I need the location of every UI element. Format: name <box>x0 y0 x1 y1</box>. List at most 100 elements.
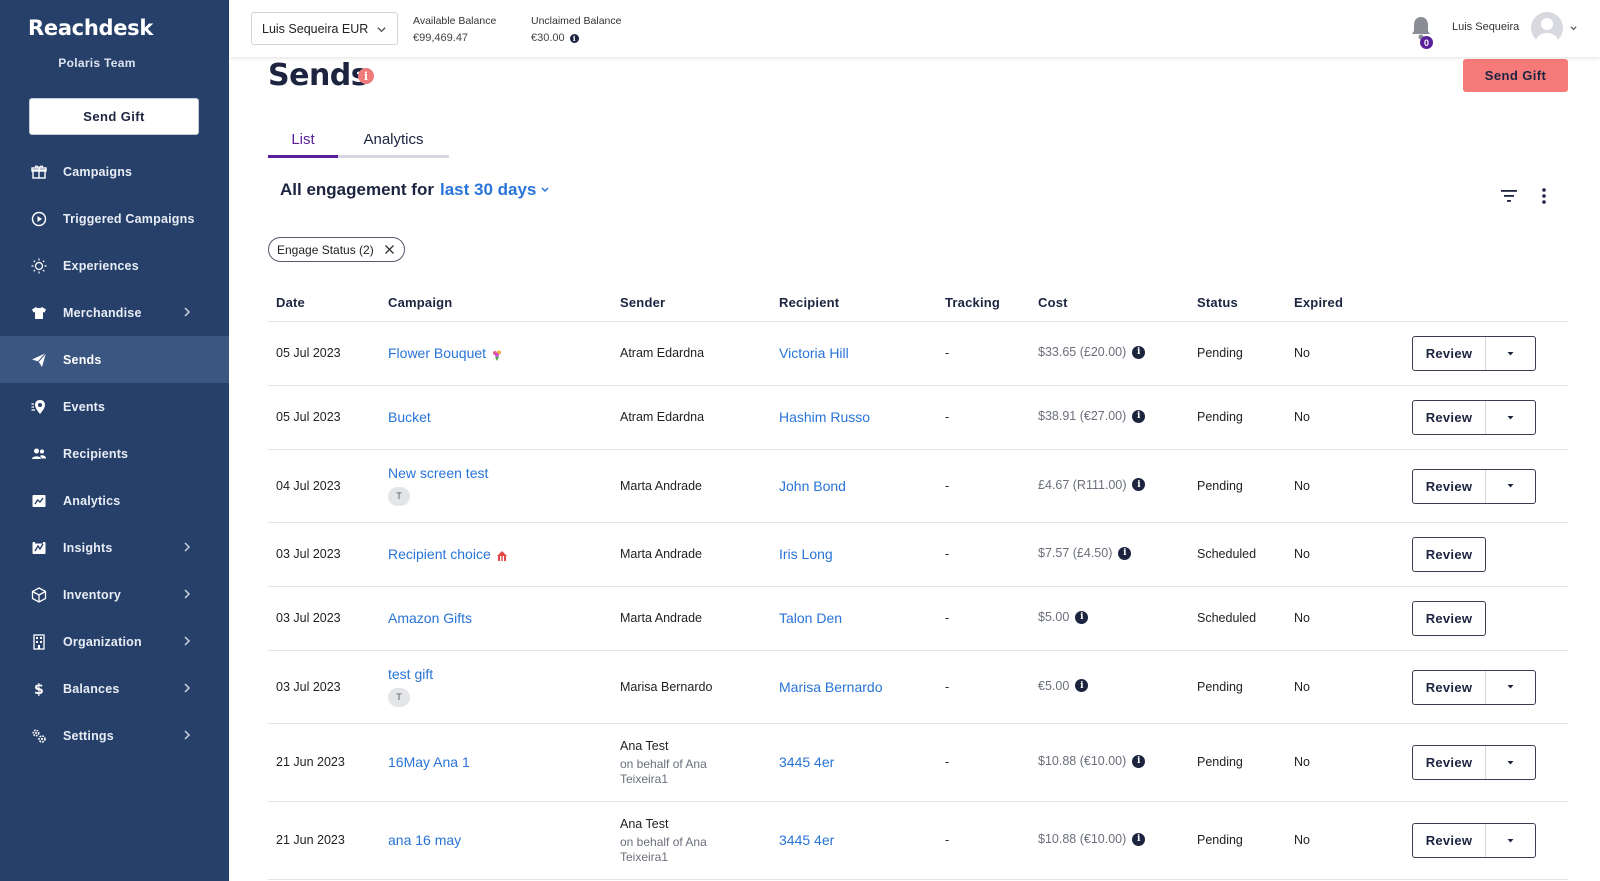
sidebar-send-gift-button[interactable]: Send Gift <box>29 98 199 135</box>
review-dropdown-button[interactable] <box>1485 670 1535 704</box>
review-dropdown-button[interactable] <box>1485 824 1535 857</box>
recipient-link[interactable]: 3445 4er <box>779 754 834 770</box>
sender-behalf-name: Teixeira1 <box>620 772 669 786</box>
info-icon[interactable]: i <box>1132 345 1146 359</box>
sidebar-item-campaigns[interactable]: Campaigns <box>0 148 229 195</box>
info-icon[interactable]: i <box>1132 478 1146 491</box>
cost-value: $33.65 (£20.00) <box>1038 345 1127 359</box>
info-icon[interactable]: i <box>1132 754 1146 768</box>
account-select[interactable]: Luis Sequeira EUR <box>251 12 398 45</box>
send-gift-button[interactable]: Send Gift <box>1463 59 1568 92</box>
close-icon[interactable] <box>384 244 395 255</box>
recipient-link[interactable]: Iris Long <box>779 546 833 562</box>
info-icon[interactable]: i <box>358 68 374 84</box>
column-header-status[interactable]: Status <box>1197 295 1238 310</box>
caret-down-icon <box>1507 838 1514 842</box>
review-button[interactable]: Review <box>1413 470 1485 503</box>
table-header: Date Campaign Sender Recipient Tracking Cost S… <box>268 284 1568 322</box>
avatar[interactable] <box>1531 12 1563 44</box>
review-button[interactable]: Review <box>1413 538 1485 571</box>
column-header-tracking[interactable]: Tracking <box>945 295 1000 310</box>
sidebar-item-insights[interactable]: Insights <box>0 524 229 571</box>
column-header-campaign[interactable]: Campaign <box>388 295 452 310</box>
recipient-link[interactable]: John Bond <box>779 478 846 494</box>
campaign-link[interactable]: Flower Bouquet <box>388 345 486 361</box>
info-icon[interactable]: i <box>1075 679 1089 692</box>
tracking-cell: - <box>945 478 950 493</box>
review-dropdown-button[interactable] <box>1485 401 1535 434</box>
date-range-selector[interactable]: last 30 days <box>440 180 536 200</box>
available-balance-label: Available Balance <box>413 15 497 27</box>
recipient-link[interactable]: Hashim Russo <box>779 409 870 425</box>
campaign-link[interactable]: Amazon Gifts <box>388 610 472 626</box>
column-header-recipient[interactable]: Recipient <box>779 295 839 310</box>
recipient-link[interactable]: Talon Den <box>779 610 842 626</box>
info-icon[interactable]: i <box>569 34 579 43</box>
info-icon[interactable]: i <box>1118 546 1132 560</box>
column-header-expired[interactable]: Expired <box>1294 295 1343 310</box>
engage-status-filter-chip[interactable]: Engage Status (2) <box>268 237 405 262</box>
sidebar-item-balances[interactable]: $ Balances <box>0 665 229 712</box>
sidebar-item-recipients[interactable]: Recipients <box>0 430 229 477</box>
campaign-link[interactable]: 16May Ana 1 <box>388 754 470 770</box>
campaign-link[interactable]: Bucket <box>388 409 431 425</box>
review-dropdown-button[interactable] <box>1485 746 1535 779</box>
column-header-sender[interactable]: Sender <box>620 295 665 310</box>
sidebar-nav: Campaigns Triggered Campaigns Experiences M… <box>0 148 229 759</box>
chevron-down-icon[interactable] <box>540 185 550 195</box>
sidebar-item-inventory[interactable]: Inventory <box>0 571 229 618</box>
sidebar-item-organization[interactable]: Organization <box>0 618 229 665</box>
campaign-link[interactable]: New screen test <box>388 465 488 481</box>
review-button[interactable]: Review <box>1413 824 1485 857</box>
sidebar-item-merchandise[interactable]: Merchandise <box>0 289 229 336</box>
bouquet-icon <box>493 350 502 361</box>
play-circle-icon <box>30 210 48 228</box>
tab-analytics[interactable]: Analytics <box>338 125 449 158</box>
table-row: 21 Jun 2023 ana 16 may Ana Test on behalf o… <box>268 802 1568 880</box>
filter-chip-label: Engage Status (2) <box>277 242 374 257</box>
sidebar-item-experiences[interactable]: Experiences <box>0 242 229 289</box>
review-dropdown-button[interactable] <box>1485 337 1535 370</box>
sidebar-item-analytics[interactable]: Analytics <box>0 477 229 524</box>
engagement-prefix: All engagement for <box>280 180 434 199</box>
column-header-cost[interactable]: Cost <box>1038 295 1068 310</box>
campaign-link[interactable]: ana 16 may <box>388 832 461 848</box>
campaign-link[interactable]: Recipient choice <box>388 546 491 562</box>
cost-cell: $5.00 i <box>1038 610 1089 624</box>
review-button[interactable]: Review <box>1413 401 1485 434</box>
reachdesk-logo[interactable]: Reachdesk <box>28 16 153 40</box>
review-dropdown-button[interactable] <box>1485 469 1535 503</box>
expired-cell: No <box>1294 611 1310 625</box>
tab-list[interactable]: List <box>268 125 338 158</box>
review-button[interactable]: Review <box>1413 337 1485 370</box>
sidebar-item-settings[interactable]: Settings <box>0 712 229 759</box>
review-button[interactable]: Review <box>1413 602 1485 635</box>
chevron-down-icon[interactable] <box>1569 24 1578 33</box>
info-icon[interactable]: i <box>1075 610 1089 624</box>
available-balance-value: €99,469.47 <box>413 32 469 44</box>
sidebar-item-events[interactable]: Events <box>0 383 229 430</box>
sidebar-item-label: Events <box>63 399 106 414</box>
top-bar: Luis Sequeira EUR Available Balance €99,… <box>229 0 1600 57</box>
info-icon[interactable]: i <box>1132 832 1146 846</box>
recipient-link[interactable]: 3445 4er <box>779 832 834 848</box>
campaign-link[interactable]: test gift <box>388 666 433 682</box>
review-button[interactable]: Review <box>1413 671 1485 704</box>
column-header-date[interactable]: Date <box>276 295 305 310</box>
sender-cell: Atram Edardna <box>620 346 705 360</box>
recipient-link[interactable]: Victoria Hill <box>779 345 849 361</box>
info-icon[interactable]: i <box>1132 409 1146 423</box>
recipient-link[interactable]: Marisa Bernardo <box>779 679 883 695</box>
box-icon <box>30 586 48 604</box>
filter-icon[interactable] <box>1500 188 1518 204</box>
more-options-icon[interactable] <box>1541 187 1547 205</box>
sidebar-item-triggered-campaigns[interactable]: Triggered Campaigns <box>0 195 229 242</box>
user-name[interactable]: Luis Sequeira <box>1452 21 1519 33</box>
review-button-group: Review <box>1412 823 1536 858</box>
sidebar-item-label: Sends <box>63 352 102 367</box>
cost-value: €5.00 <box>1038 678 1070 693</box>
sidebar-item-sends[interactable]: Sends <box>0 336 229 383</box>
review-button[interactable]: Review <box>1413 746 1485 779</box>
cost-cell: $10.88 (€10.00) i <box>1038 832 1146 846</box>
table-row: 03 Jul 2023 Amazon Gifts Marta Andrade Talo… <box>268 587 1568 651</box>
